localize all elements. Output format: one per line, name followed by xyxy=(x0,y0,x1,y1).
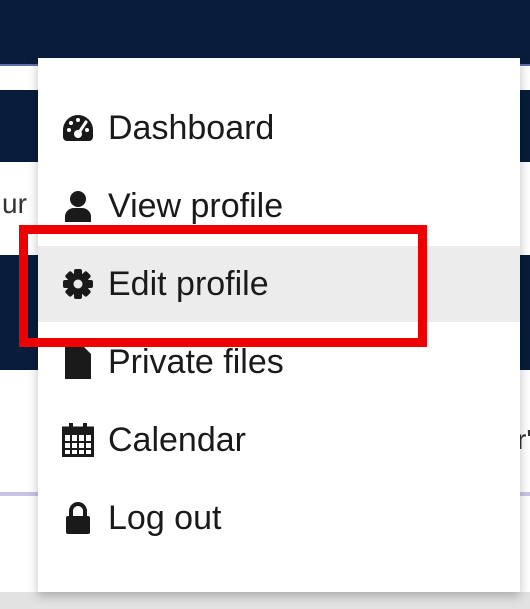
user-dropdown-menu: Dashboard View profile Edit profile Priv… xyxy=(38,58,520,592)
background-dark-block xyxy=(520,90,530,162)
file-icon xyxy=(58,342,98,382)
background-dark-block xyxy=(0,255,38,370)
menu-item-label: Edit profile xyxy=(108,264,269,303)
lock-icon xyxy=(58,498,98,538)
gear-icon xyxy=(58,264,98,304)
background-dark-block xyxy=(0,90,38,162)
menu-item-log-out[interactable]: Log out xyxy=(38,480,520,556)
background-dark-block xyxy=(520,255,530,370)
menu-item-dashboard[interactable]: Dashboard xyxy=(38,90,520,166)
menu-item-private-files[interactable]: Private files xyxy=(38,324,520,400)
menu-item-calendar[interactable]: Calendar xyxy=(38,402,520,478)
user-icon xyxy=(58,186,98,226)
top-navbar xyxy=(0,0,530,65)
menu-item-label: View profile xyxy=(108,186,284,225)
background-text-fragment: ur xyxy=(2,188,27,219)
menu-item-label: Dashboard xyxy=(108,108,275,147)
menu-item-label: Log out xyxy=(108,498,222,537)
menu-item-label: Calendar xyxy=(108,420,246,459)
menu-item-label: Private files xyxy=(108,342,284,381)
menu-item-view-profile[interactable]: View profile xyxy=(38,168,520,244)
calendar-icon xyxy=(58,420,98,460)
menu-item-edit-profile[interactable]: Edit profile xyxy=(38,246,520,322)
background-band xyxy=(0,592,530,609)
dashboard-gauge-icon xyxy=(58,108,98,148)
